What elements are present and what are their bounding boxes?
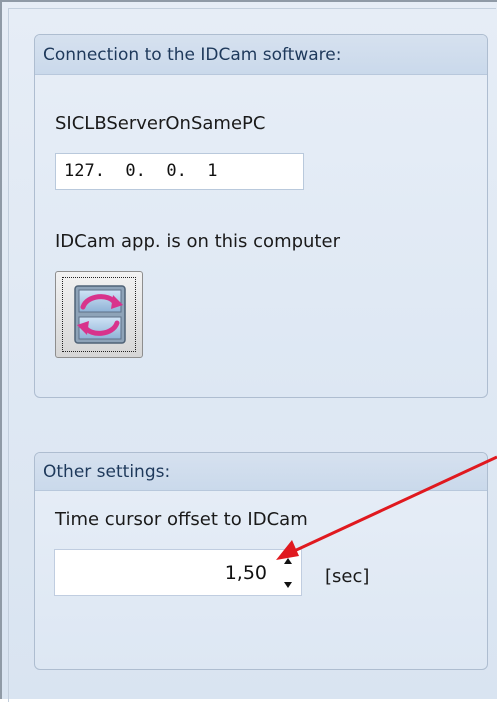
unit-label: [sec] [325, 566, 370, 587]
sync-icon [74, 285, 126, 344]
ip-address-field[interactable]: 127. 0. 0. 1 [55, 153, 304, 190]
connection-group-header: Connection to the IDCam software: [35, 35, 487, 75]
time-offset-spinbox[interactable]: 1,50 [54, 549, 302, 596]
chevron-down-icon[interactable] [281, 574, 295, 592]
other-settings-group: Other settings: Time cursor offset to ID… [34, 452, 488, 670]
connection-group: Connection to the IDCam software: SICLBS… [34, 34, 488, 398]
server-label: SICLBServerOnSamePC [55, 113, 266, 134]
app-location-label: IDCam app. is on this computer [55, 231, 340, 252]
settings-panel: Connection to the IDCam software: SICLBS… [0, 0, 497, 702]
time-offset-label: Time cursor offset to IDCam [55, 509, 308, 530]
chevron-up-icon[interactable] [281, 554, 295, 572]
sync-button[interactable] [55, 271, 143, 358]
time-offset-value[interactable]: 1,50 [225, 550, 267, 597]
other-settings-header: Other settings: [35, 453, 487, 491]
